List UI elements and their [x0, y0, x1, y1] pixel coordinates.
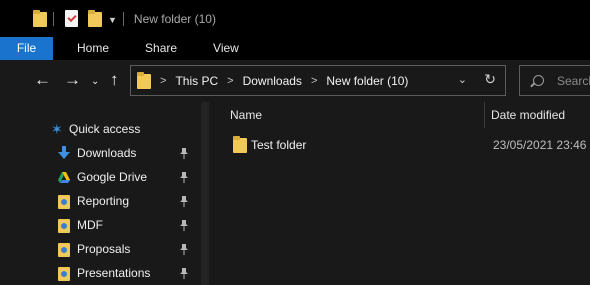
download-arrow-icon: [58, 146, 70, 159]
pane-splitter[interactable]: [201, 102, 209, 285]
tab-home[interactable]: Home: [59, 37, 127, 60]
navigation-bar: ← → ⌄ ↑ > This PC > Downloads > New fold…: [0, 60, 590, 102]
file-date-modified: 23/05/2021 23:46: [493, 138, 587, 152]
recent-locations-chevron-icon[interactable]: ⌄: [91, 72, 99, 92]
pin-icon[interactable]: [179, 147, 189, 159]
chevron-right-icon[interactable]: >: [160, 75, 166, 87]
column-divider[interactable]: [484, 102, 485, 128]
file-list: Name Date modified Test folder 23/05/202…: [209, 102, 590, 285]
location-folder-icon: [137, 72, 151, 89]
sidebar-item-label: Presentations: [77, 266, 151, 280]
pin-icon[interactable]: [179, 195, 189, 207]
title-bar: ▼ New folder (10): [0, 0, 590, 37]
tab-view[interactable]: View: [195, 37, 257, 60]
list-item[interactable]: Test folder 23/05/2021 23:46: [227, 135, 590, 155]
properties-icon[interactable]: [65, 10, 78, 27]
chevron-right-icon[interactable]: >: [227, 75, 233, 87]
user-folder-icon: [57, 218, 71, 234]
toolbar-divider: [53, 11, 54, 26]
column-header-date-modified[interactable]: Date modified: [491, 108, 565, 122]
ribbon-tabs: File Home Share View: [0, 37, 590, 60]
tab-share[interactable]: Share: [127, 37, 195, 60]
breadcrumb-current-folder[interactable]: New folder (10): [326, 74, 408, 88]
folder-icon: [233, 136, 247, 153]
sidebar-item-downloads[interactable]: Downloads: [0, 142, 201, 166]
pin-icon[interactable]: [179, 243, 189, 255]
search-icon: [533, 75, 544, 86]
column-header-name[interactable]: Name: [230, 108, 262, 122]
pin-icon[interactable]: [179, 267, 189, 279]
user-folder-icon: [57, 266, 71, 282]
sidebar-item-label: Google Drive: [77, 170, 148, 184]
google-drive-icon: [58, 172, 70, 183]
address-history-dropdown-icon[interactable]: ⌄: [458, 73, 467, 86]
sidebar-item-label: MDF: [77, 218, 103, 232]
sidebar-item-label: Reporting: [77, 194, 130, 208]
refresh-icon[interactable]: ↻: [484, 71, 496, 88]
sidebar-item-label: Downloads: [77, 146, 137, 160]
breadcrumb-downloads[interactable]: Downloads: [243, 74, 302, 88]
chevron-right-icon[interactable]: >: [311, 75, 317, 87]
sidebar-item-reporting[interactable]: Reporting: [0, 190, 201, 214]
folder-icon: [33, 10, 47, 27]
sidebar-item-label: Quick access: [69, 122, 141, 136]
sidebar-item-proposals[interactable]: Proposals: [0, 238, 201, 262]
breadcrumb-this-pc[interactable]: This PC: [175, 74, 218, 88]
user-folder-icon: [57, 194, 71, 210]
star-icon: ✶: [51, 121, 63, 137]
back-arrow-icon[interactable]: ←: [34, 70, 51, 90]
search-box[interactable]: Search: [519, 65, 590, 96]
pin-icon[interactable]: [179, 171, 189, 183]
forward-arrow-icon[interactable]: →: [64, 70, 81, 90]
toolbar-divider: [122, 11, 124, 26]
up-arrow-icon[interactable]: ↑: [110, 70, 119, 90]
quick-access-toolbar: ▼ New folder (10): [0, 0, 216, 37]
customize-toolbar-icon[interactable]: ▼: [108, 15, 117, 25]
pin-icon[interactable]: [179, 219, 189, 231]
window-title: New folder (10): [133, 11, 216, 26]
sidebar-item-label: Proposals: [77, 242, 131, 256]
tab-file[interactable]: File: [0, 37, 53, 60]
address-bar[interactable]: > This PC > Downloads > New folder (10) …: [130, 65, 506, 96]
sidebar-item-mdf[interactable]: MDF: [0, 214, 201, 238]
navigation-pane: ✶ Quick access Downloads Google Drive Re…: [0, 102, 201, 285]
file-explorer-window: ▼ New folder (10) File Home Share View ←…: [0, 0, 590, 285]
sidebar-item-quick-access[interactable]: ✶ Quick access: [0, 118, 201, 142]
search-placeholder: Search: [557, 73, 590, 88]
file-name: Test folder: [251, 138, 307, 152]
sidebar-item-google-drive[interactable]: Google Drive: [0, 166, 201, 190]
new-folder-icon[interactable]: [88, 10, 102, 27]
user-folder-icon: [57, 242, 71, 258]
sidebar-item-presentations[interactable]: Presentations: [0, 262, 201, 285]
